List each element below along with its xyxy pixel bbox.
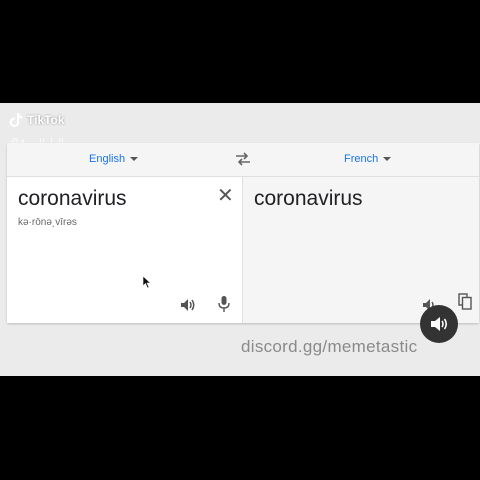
tiktok-logo-icon: [9, 113, 23, 128]
watermark-text: discord.gg/memetastic: [241, 337, 418, 356]
clear-text-icon[interactable]: ✕: [217, 186, 234, 206]
translate-card: English French coronavirus kə·rōnə͵vīrəs…: [7, 143, 479, 323]
microphone-icon[interactable]: [218, 295, 230, 313]
mouse-pointer-icon: [142, 275, 152, 289]
target-pane: coronavirus: [243, 177, 479, 323]
speaker-icon[interactable]: [179, 297, 197, 313]
sound-toggle-icon: [431, 317, 448, 331]
source-pane[interactable]: coronavirus kə·rōnə͵vīrəs ✕: [7, 177, 243, 323]
source-language-select[interactable]: English: [89, 153, 139, 165]
swap-languages-icon[interactable]: [235, 152, 251, 166]
video-frame: TikTok @a_ _ll_l_ll English French coron…: [0, 103, 480, 376]
language-bar: English French: [7, 143, 479, 177]
copy-icon[interactable]: [458, 293, 472, 310]
tiktok-logo: TikTok: [8, 112, 65, 128]
chevron-down-icon: [383, 157, 392, 161]
target-language-label: French: [344, 153, 379, 165]
tiktok-label: TikTok: [27, 113, 65, 127]
chevron-down-icon: [130, 157, 139, 161]
source-text-input[interactable]: coronavirus: [18, 187, 127, 211]
source-language-label: English: [89, 153, 126, 165]
transliteration: kə·rōnə͵vīrəs: [18, 217, 77, 228]
translated-text: coronavirus: [254, 187, 363, 210]
target-language-select[interactable]: French: [344, 153, 392, 165]
sound-toggle-button[interactable]: [420, 305, 458, 343]
